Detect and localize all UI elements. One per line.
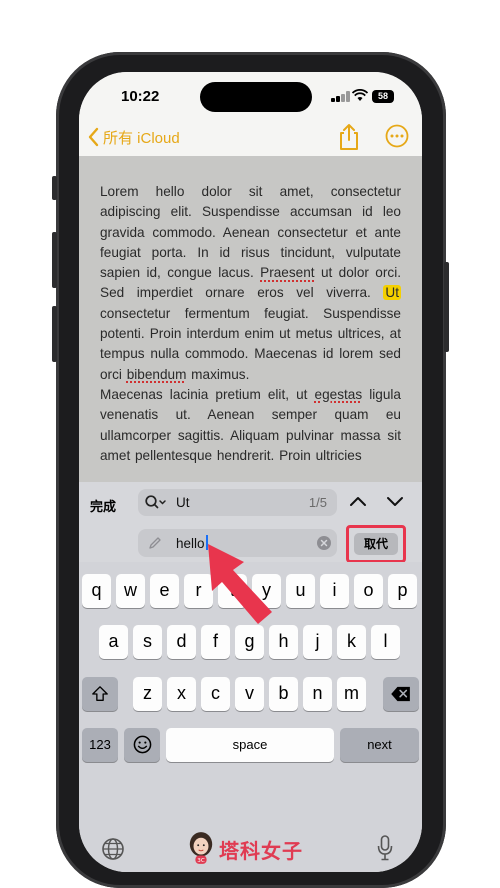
key-k[interactable]: k — [337, 625, 366, 659]
battery-indicator: 58 — [372, 90, 394, 103]
key-i[interactable]: i — [320, 574, 349, 608]
phone-screen: 10:22 58 所有 iCloud Lorem hello dolor sit… — [79, 72, 422, 872]
status-time: 10:22 — [121, 88, 160, 105]
note-content[interactable]: Lorem hello dolor sit amet, consectetur … — [79, 156, 422, 482]
key-w[interactable]: w — [116, 574, 145, 608]
brand-badge: 3C — [197, 858, 205, 864]
search-input[interactable]: Ut — [176, 495, 190, 510]
misspelled-word: Praesent — [260, 265, 315, 281]
volume-down-button — [52, 306, 57, 362]
brand-watermark: 3C 塔科女子 — [187, 830, 317, 868]
chevron-down-icon[interactable] — [386, 494, 404, 508]
power-button — [444, 262, 449, 352]
key-q[interactable]: q — [82, 574, 111, 608]
brand-text: 塔科女子 — [219, 839, 303, 863]
backspace-key[interactable] — [383, 677, 419, 711]
key-h[interactable]: h — [269, 625, 298, 659]
avatar-logo: 3C — [189, 832, 213, 864]
key-z[interactable]: z — [133, 677, 162, 711]
pencil-icon — [149, 537, 161, 549]
wifi-icon — [352, 89, 368, 101]
share-icon[interactable] — [337, 123, 361, 151]
misspelled-word: bibendum — [126, 366, 187, 382]
match-count: 1/5 — [308, 495, 327, 510]
chevron-up-icon[interactable] — [349, 494, 367, 508]
key-j[interactable]: j — [303, 625, 332, 659]
more-icon[interactable] — [385, 124, 409, 148]
next-key[interactable]: next — [340, 728, 419, 762]
key-d[interactable]: d — [167, 625, 196, 659]
emoji-icon — [133, 735, 151, 754]
key-v[interactable]: v — [235, 677, 264, 711]
key-a[interactable]: a — [99, 625, 128, 659]
replace-button-highlight: 取代 — [346, 525, 406, 563]
done-button[interactable]: 完成 — [90, 496, 116, 515]
emoji-key[interactable] — [124, 728, 160, 762]
key-b[interactable]: b — [269, 677, 298, 711]
note-text-segment: maximus. — [186, 366, 250, 382]
globe-icon[interactable] — [101, 837, 125, 861]
search-match-highlight: Ut — [383, 285, 401, 301]
shift-key[interactable] — [82, 677, 118, 711]
key-o[interactable]: o — [354, 574, 383, 608]
replace-button[interactable]: 取代 — [354, 533, 398, 555]
note-body-text[interactable]: Lorem hello dolor sit amet, consectetur … — [100, 182, 401, 466]
space-key[interactable]: space — [166, 728, 334, 762]
cellular-signal-icon — [331, 91, 351, 102]
volume-up-button — [52, 232, 57, 288]
key-u[interactable]: u — [286, 574, 315, 608]
back-button[interactable]: 所有 iCloud — [103, 127, 180, 148]
red-arrow-annotation — [208, 544, 272, 624]
navigation-bar: 所有 iCloud — [79, 118, 422, 156]
key-l[interactable]: l — [371, 625, 400, 659]
numbers-key[interactable]: 123 — [82, 728, 118, 762]
note-text-segment: Maecenas lacinia pretium elit, ut — [100, 386, 315, 402]
backspace-icon — [391, 686, 410, 702]
search-field[interactable]: Ut 1/5 — [138, 489, 337, 516]
microphone-icon[interactable] — [377, 835, 393, 861]
dynamic-island — [200, 82, 312, 112]
key-x[interactable]: x — [167, 677, 196, 711]
key-c[interactable]: c — [201, 677, 230, 711]
search-icon[interactable] — [145, 495, 167, 510]
misspelled-word: egestas — [314, 386, 363, 402]
key-g[interactable]: g — [235, 625, 264, 659]
silent-switch — [52, 176, 57, 200]
key-m[interactable]: m — [337, 677, 366, 711]
shift-icon — [92, 686, 108, 701]
clear-icon[interactable] — [317, 536, 331, 550]
back-chevron-icon[interactable] — [87, 127, 99, 147]
key-f[interactable]: f — [201, 625, 230, 659]
key-n[interactable]: n — [303, 677, 332, 711]
key-s[interactable]: s — [133, 625, 162, 659]
key-e[interactable]: e — [150, 574, 179, 608]
status-bar: 10:22 58 — [79, 72, 422, 118]
key-p[interactable]: p — [388, 574, 417, 608]
